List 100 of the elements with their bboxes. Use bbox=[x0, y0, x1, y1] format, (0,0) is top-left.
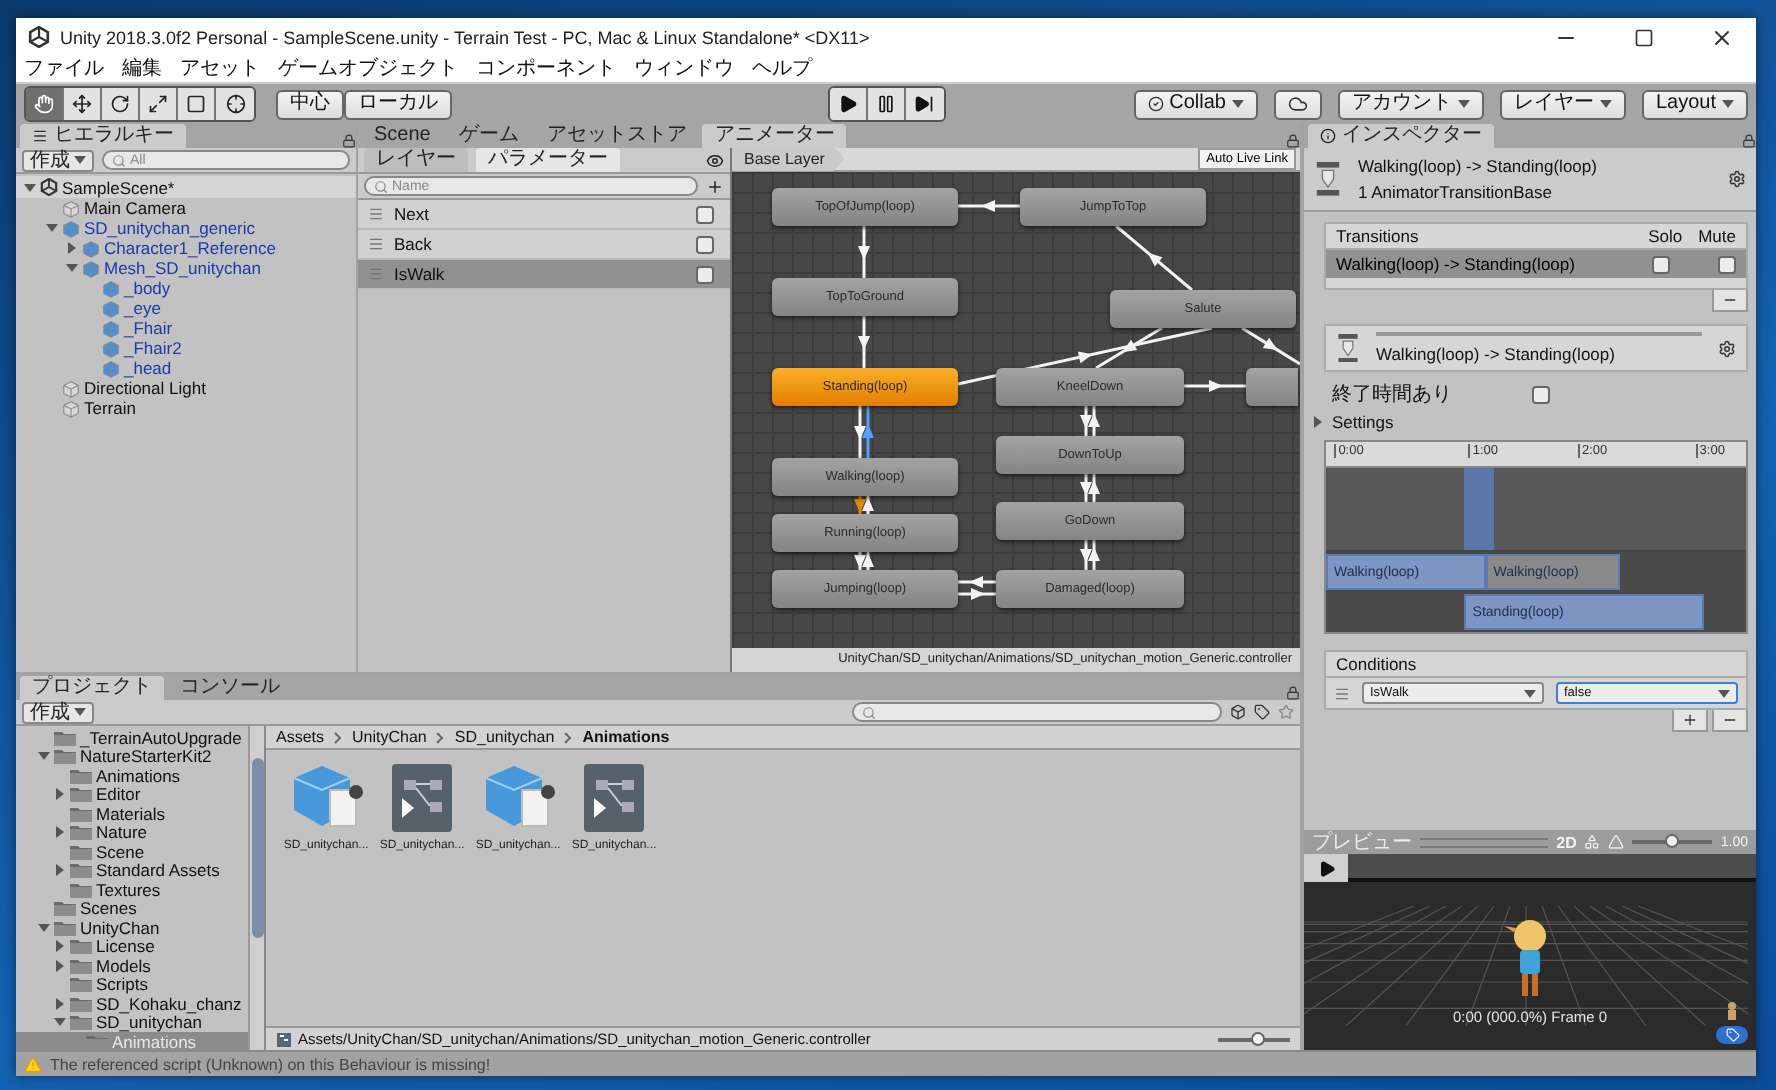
search-field[interactable] bbox=[852, 702, 1222, 722]
transition-row[interactable]: Walking(loop) -> Standing(loop) bbox=[1326, 250, 1746, 278]
parameter-row[interactable]: IsWalk bbox=[358, 260, 730, 290]
hierarchy-item[interactable]: Terrain bbox=[16, 398, 356, 418]
hierarchy-item[interactable]: Character1_Reference bbox=[16, 238, 356, 258]
panel-tab[interactable]: プロジェクト bbox=[20, 676, 164, 700]
transition-arrow[interactable] bbox=[1080, 474, 1092, 502]
layout-dropdown[interactable]: Layout bbox=[1641, 89, 1748, 119]
folder-item[interactable]: Nature bbox=[16, 823, 248, 842]
tool-button[interactable] bbox=[216, 88, 254, 120]
transition-arrow[interactable] bbox=[1095, 326, 1163, 370]
folder-item[interactable]: Standard Assets bbox=[16, 861, 248, 880]
folder-item[interactable]: Scripts bbox=[16, 975, 248, 994]
checkbox[interactable] bbox=[696, 265, 714, 283]
transition-arrow[interactable] bbox=[1080, 540, 1092, 570]
caret-icon[interactable] bbox=[1457, 98, 1470, 110]
caret-icon[interactable] bbox=[1718, 687, 1730, 699]
state-node[interactable] bbox=[1246, 368, 1298, 406]
hierarchy-item[interactable]: Mesh_SD_unitychan bbox=[16, 258, 356, 278]
breadcrumb-link[interactable]: Assets bbox=[276, 728, 325, 746]
folder-item[interactable]: SD_unitychan bbox=[16, 1013, 248, 1032]
transition-arrow[interactable] bbox=[1088, 406, 1100, 436]
tag-button[interactable] bbox=[1716, 1026, 1748, 1044]
caret-icon[interactable] bbox=[65, 262, 77, 274]
scene-header[interactable]: SampleScene* bbox=[16, 176, 356, 198]
transition-arrow[interactable] bbox=[1241, 326, 1300, 366]
caret-icon[interactable] bbox=[53, 1016, 65, 1029]
caret-icon[interactable] bbox=[45, 222, 57, 234]
tool-button[interactable] bbox=[178, 88, 216, 120]
folder-item[interactable]: Scene bbox=[16, 842, 248, 861]
inspector-tab[interactable]: インスペクター bbox=[1308, 124, 1494, 148]
menu-item[interactable]: ヘルプ bbox=[752, 57, 812, 81]
collab-dropdown[interactable]: Collab bbox=[1133, 89, 1258, 119]
slider-thumb[interactable] bbox=[1250, 1031, 1265, 1045]
hierarchy-item[interactable]: _Fhair bbox=[16, 318, 356, 338]
settings-foldout[interactable]: Settings bbox=[1332, 412, 1394, 432]
panel-tab[interactable]: ゲーム bbox=[446, 124, 531, 148]
transition-arrow[interactable] bbox=[1115, 224, 1193, 292]
layers-dropdown[interactable]: レイヤー bbox=[1499, 89, 1626, 119]
create-dropdown[interactable]: 作成 bbox=[22, 149, 94, 171]
transition-arrow[interactable] bbox=[858, 316, 870, 368]
caret-icon[interactable] bbox=[53, 826, 65, 839]
hierarchy-tab[interactable]: ヒエラルキー bbox=[20, 124, 186, 148]
folder-item[interactable]: Materials bbox=[16, 804, 248, 823]
scrollbar[interactable] bbox=[248, 726, 264, 1050]
checkbox[interactable] bbox=[1718, 255, 1736, 273]
menu-item[interactable]: ゲームオブジェクト bbox=[278, 57, 458, 81]
panel-tab[interactable]: レイヤー bbox=[364, 148, 468, 172]
parameter-row[interactable]: Back bbox=[358, 230, 730, 260]
tool-button[interactable] bbox=[102, 88, 140, 120]
folder-item[interactable]: Models bbox=[16, 956, 248, 975]
play-button[interactable] bbox=[1304, 854, 1348, 882]
checkbox[interactable] bbox=[696, 205, 714, 223]
tool-button[interactable] bbox=[64, 88, 102, 120]
create-dropdown[interactable]: 作成 bbox=[22, 701, 94, 723]
folder-item[interactable]: _TerrainAutoUpgrade bbox=[16, 728, 248, 747]
menu-item[interactable]: コンポーネント bbox=[476, 57, 616, 81]
transition-arrow[interactable] bbox=[958, 588, 996, 600]
transition-arrow[interactable] bbox=[1080, 406, 1092, 436]
menu-item[interactable]: ファイル bbox=[24, 57, 104, 81]
cloud-button[interactable] bbox=[1273, 89, 1322, 119]
checkbox[interactable] bbox=[1652, 255, 1670, 273]
breadcrumb-link[interactable]: SD_unitychan bbox=[454, 728, 555, 746]
folder-item[interactable]: Textures bbox=[16, 880, 248, 899]
caret-icon[interactable] bbox=[23, 181, 35, 193]
transition-arrow[interactable] bbox=[858, 226, 870, 278]
breadcrumb-link[interactable]: Animations bbox=[582, 728, 670, 746]
checkbox[interactable] bbox=[696, 235, 714, 253]
hierarchy-item[interactable]: SD_unitychan_generic bbox=[16, 218, 356, 238]
folder-item[interactable]: Animations bbox=[16, 766, 248, 785]
transition-arrow[interactable] bbox=[1184, 380, 1246, 392]
transition-arrow[interactable] bbox=[1088, 474, 1100, 502]
caret-icon[interactable] bbox=[53, 997, 65, 1010]
caret-icon[interactable] bbox=[1524, 687, 1536, 699]
breadcrumb-link[interactable]: UnityChan bbox=[352, 728, 427, 746]
account-dropdown[interactable]: アカウント bbox=[1337, 89, 1484, 119]
caret-icon[interactable] bbox=[53, 959, 65, 972]
caret-icon[interactable] bbox=[1231, 98, 1244, 110]
transition-arrow[interactable] bbox=[854, 406, 866, 458]
transition-arrow[interactable] bbox=[958, 200, 1020, 212]
panel-tab[interactable]: パラメーター bbox=[476, 148, 620, 172]
pause-button[interactable] bbox=[867, 88, 905, 120]
folder-item[interactable]: UnityChan bbox=[16, 918, 248, 937]
layer-breadcrumb[interactable]: Base Layer bbox=[732, 147, 845, 171]
folder-item[interactable]: License bbox=[16, 937, 248, 956]
folder-item[interactable]: Editor bbox=[16, 785, 248, 804]
hierarchy-item[interactable]: _Fhair2 bbox=[16, 338, 356, 358]
tool-button[interactable] bbox=[140, 88, 178, 120]
caret-icon[interactable] bbox=[1722, 98, 1734, 110]
menu-item[interactable]: 編集 bbox=[122, 57, 162, 81]
caret-icon[interactable] bbox=[74, 706, 86, 718]
panel-tab[interactable]: アニメーター bbox=[702, 124, 847, 148]
menu-item[interactable]: アセット bbox=[180, 57, 260, 81]
transition-arrow[interactable] bbox=[1088, 540, 1100, 570]
caret-icon[interactable] bbox=[1312, 416, 1324, 428]
caret-icon[interactable] bbox=[37, 750, 49, 763]
transition-arrow[interactable] bbox=[958, 576, 996, 588]
caret-icon[interactable] bbox=[37, 921, 49, 934]
hierarchy-item[interactable]: _body bbox=[16, 278, 356, 298]
caret-icon[interactable] bbox=[53, 864, 65, 877]
